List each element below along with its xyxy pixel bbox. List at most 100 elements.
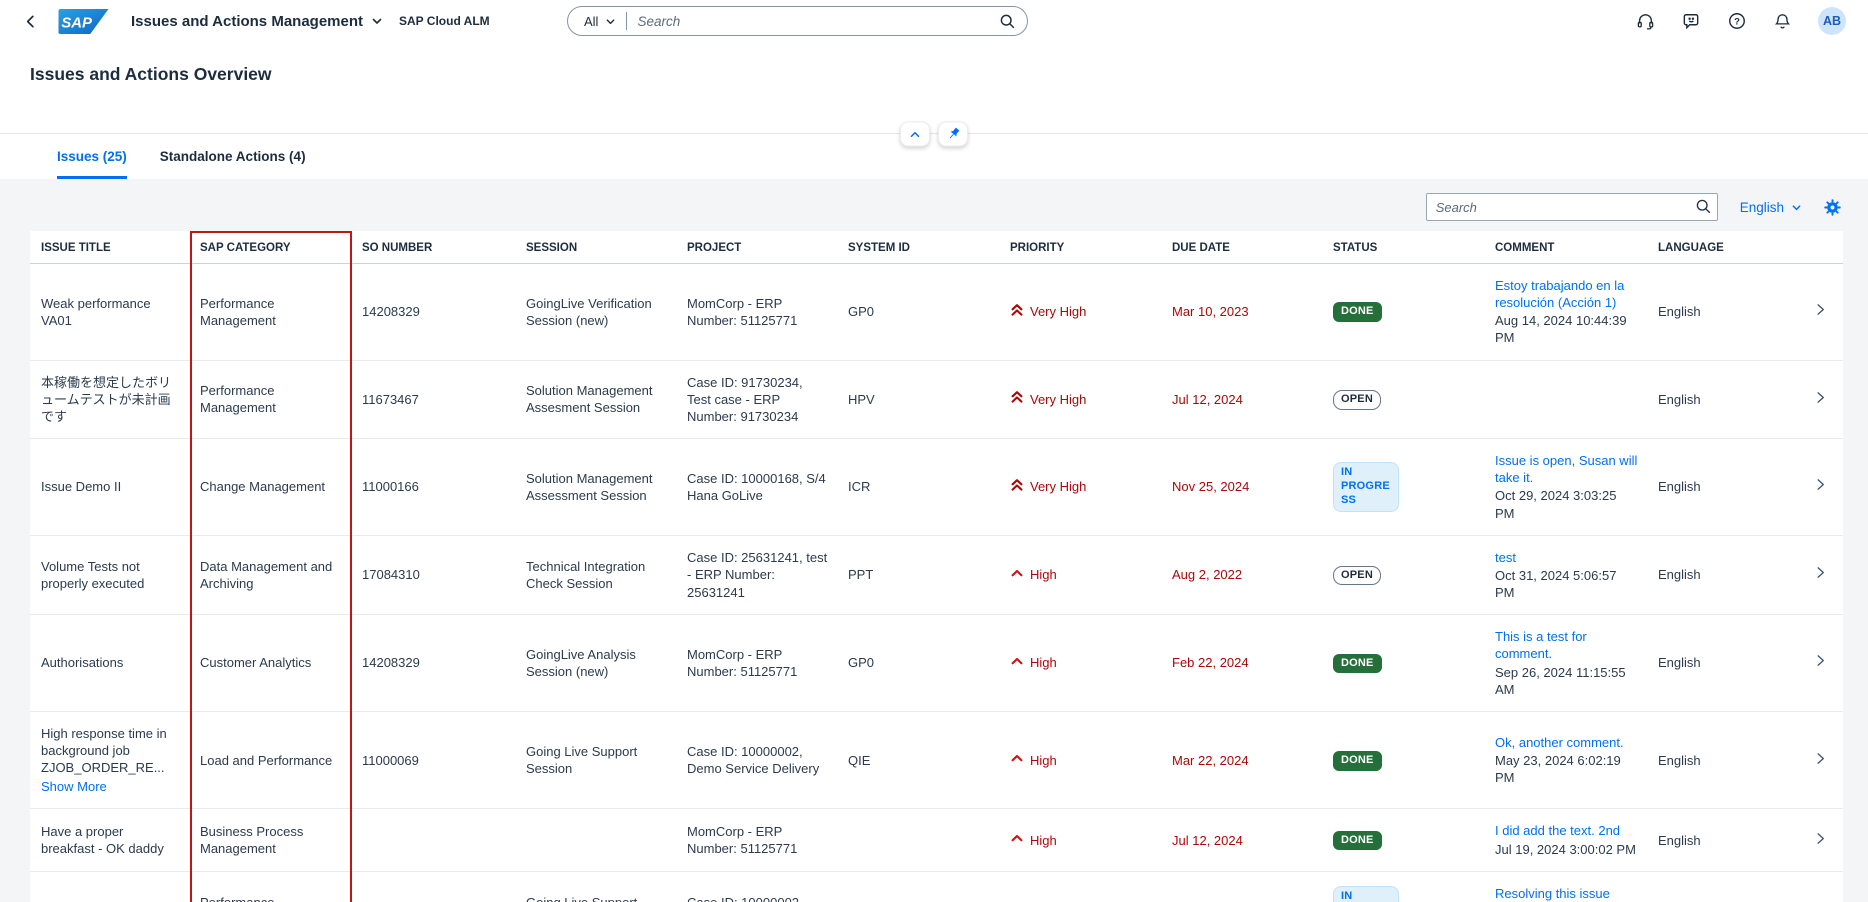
chevron-right-icon[interactable]: [1814, 478, 1827, 491]
status-badge: OPEN: [1333, 566, 1381, 586]
table-row[interactable]: 本稼働を想定したボリュームテストが未計画です Performance Manag…: [30, 360, 1843, 438]
chevron-right-icon[interactable]: [1814, 303, 1827, 316]
due-date: Jul 12, 2024: [1172, 833, 1243, 848]
issue-title: Have a proper breakfast - OK daddy: [41, 823, 180, 857]
col-priority[interactable]: PRIORITY: [1000, 231, 1162, 264]
session: GoingLive Analysis Session (new): [516, 615, 677, 712]
col-issue-title[interactable]: ISSUE TITLE: [30, 231, 190, 264]
project: MomCorp - ERP Number: 51125771: [677, 264, 838, 361]
chevron-down-icon: [371, 15, 383, 27]
pin-header-button[interactable]: [938, 122, 968, 147]
avatar[interactable]: AB: [1818, 7, 1846, 35]
col-status[interactable]: STATUS: [1323, 231, 1485, 264]
project: MomCorp - ERP Number: 51125771: [677, 809, 838, 871]
comment-link[interactable]: I did add the text. 2nd: [1495, 822, 1638, 839]
headset-icon[interactable]: [1636, 12, 1655, 31]
collapse-header-button[interactable]: [900, 122, 930, 147]
due-date: Aug 2, 2022: [1172, 567, 1242, 582]
session: Solution Management Assessment Session: [516, 439, 677, 536]
shell-header: SAP Issues and Actions Management SAP Cl…: [0, 0, 1868, 42]
table-row[interactable]: Authorisations Customer Analytics 142083…: [30, 615, 1843, 712]
global-search: All: [567, 6, 1028, 36]
feedback-icon[interactable]: [1681, 11, 1701, 31]
chevron-right-icon[interactable]: [1814, 832, 1827, 845]
session: Going Live Support Session: [516, 871, 677, 902]
help-icon[interactable]: ?: [1727, 11, 1747, 31]
col-project[interactable]: PROJECT: [677, 231, 838, 264]
priority-very-high-icon: [1010, 478, 1024, 496]
chevron-right-icon[interactable]: [1814, 566, 1827, 579]
search-icon[interactable]: [999, 13, 1015, 29]
col-sap-category[interactable]: SAP CATEGORY: [190, 231, 352, 264]
status-badge: DONE: [1333, 654, 1382, 674]
col-comment[interactable]: COMMENT: [1485, 231, 1648, 264]
due-date: Jul 12, 2024: [1172, 392, 1243, 407]
chevron-right-icon[interactable]: [1814, 654, 1827, 667]
col-so-number[interactable]: SO NUMBER: [352, 231, 516, 264]
session: GoingLive Verification Session (new): [516, 264, 677, 361]
session: Going Live Support Session: [516, 711, 677, 809]
table-row[interactable]: Have a proper breakfast - OK daddy Busin…: [30, 809, 1843, 871]
language: English: [1648, 535, 1798, 614]
due-date: Feb 22, 2024: [1172, 655, 1249, 670]
tab-issues[interactable]: Issues (25): [57, 134, 127, 179]
col-nav: [1798, 231, 1843, 264]
sap-logo: SAP: [58, 9, 109, 34]
notifications-icon[interactable]: [1773, 12, 1792, 31]
table-row[interactable]: Weak performance VA01 Performance Manage…: [30, 264, 1843, 361]
table-row[interactable]: High response time in background job ZJO…: [30, 711, 1843, 809]
sap-category: Performance Management: [190, 360, 352, 438]
project: Case ID: 91730234, Test case - ERP Numbe…: [677, 360, 838, 438]
col-system-id[interactable]: SYSTEM ID: [838, 231, 1000, 264]
table-search-input[interactable]: [1426, 193, 1718, 221]
settings-button[interactable]: [1824, 199, 1841, 216]
col-session[interactable]: SESSION: [516, 231, 677, 264]
language: English: [1648, 615, 1798, 712]
due-date: Mar 10, 2023: [1172, 304, 1249, 319]
language: English: [1648, 809, 1798, 871]
global-search-input[interactable]: [627, 14, 999, 29]
priority-very-high-icon: [1010, 303, 1024, 321]
comment-link[interactable]: Resolving this issue now.: [1495, 885, 1638, 902]
issue-title: 本稼働を想定したボリュームテストが未計画です: [41, 374, 180, 425]
col-due-date[interactable]: DUE DATE: [1162, 231, 1323, 264]
status-badge: OPEN: [1333, 390, 1381, 410]
language-select[interactable]: English: [1740, 200, 1802, 215]
chevron-right-icon[interactable]: [1814, 391, 1827, 404]
table-row[interactable]: Volume Tests not properly executed Data …: [30, 535, 1843, 614]
issue-title: Volume Tests not properly executed: [41, 558, 180, 592]
session: [516, 809, 677, 871]
gear-icon: [1824, 199, 1841, 216]
show-more-link[interactable]: Show More: [41, 778, 107, 795]
col-language[interactable]: LANGUAGE: [1648, 231, 1798, 264]
comment-link[interactable]: test: [1495, 549, 1638, 566]
app-title-menu[interactable]: Issues and Actions Management: [131, 13, 383, 30]
status-badge: DONE: [1333, 751, 1382, 771]
table-row[interactable]: Performance VA01 slow Performance Manage…: [30, 871, 1843, 902]
system-id: ICR: [838, 439, 1000, 536]
priority-high-icon: [1010, 751, 1024, 769]
search-icon[interactable]: [1695, 198, 1711, 219]
comment-link[interactable]: Ok, another comment.: [1495, 734, 1638, 751]
comment-link[interactable]: Issue is open, Susan will take it.: [1495, 452, 1638, 486]
comment-link[interactable]: Estoy trabajando en la resolución (Acció…: [1495, 277, 1638, 311]
issues-table-body: Weak performance VA01 Performance Manage…: [30, 264, 1843, 902]
priority-high-icon: [1010, 831, 1024, 849]
comment-date: Sep 26, 2024 11:15:55 AM: [1495, 664, 1638, 698]
tab-standalone-actions[interactable]: Standalone Actions (4): [160, 134, 306, 179]
sap-category: Performance Management: [190, 264, 352, 361]
chevron-right-icon[interactable]: [1814, 752, 1827, 765]
sap-category: Customer Analytics: [190, 615, 352, 712]
search-scope-select[interactable]: All: [568, 14, 626, 29]
language: English: [1648, 360, 1798, 438]
session: Technical Integration Check Session: [516, 535, 677, 614]
language: English: [1648, 264, 1798, 361]
table-row[interactable]: Issue Demo II Change Management 11000166…: [30, 439, 1843, 536]
system-id: HPV: [838, 360, 1000, 438]
comment-link[interactable]: This is a test for comment.: [1495, 628, 1638, 662]
priority-label: High: [1030, 832, 1057, 849]
system-id: PPT: [838, 535, 1000, 614]
status-badge: DONE: [1333, 302, 1382, 322]
product-name: SAP Cloud ALM: [399, 14, 490, 28]
back-button[interactable]: [16, 7, 44, 35]
